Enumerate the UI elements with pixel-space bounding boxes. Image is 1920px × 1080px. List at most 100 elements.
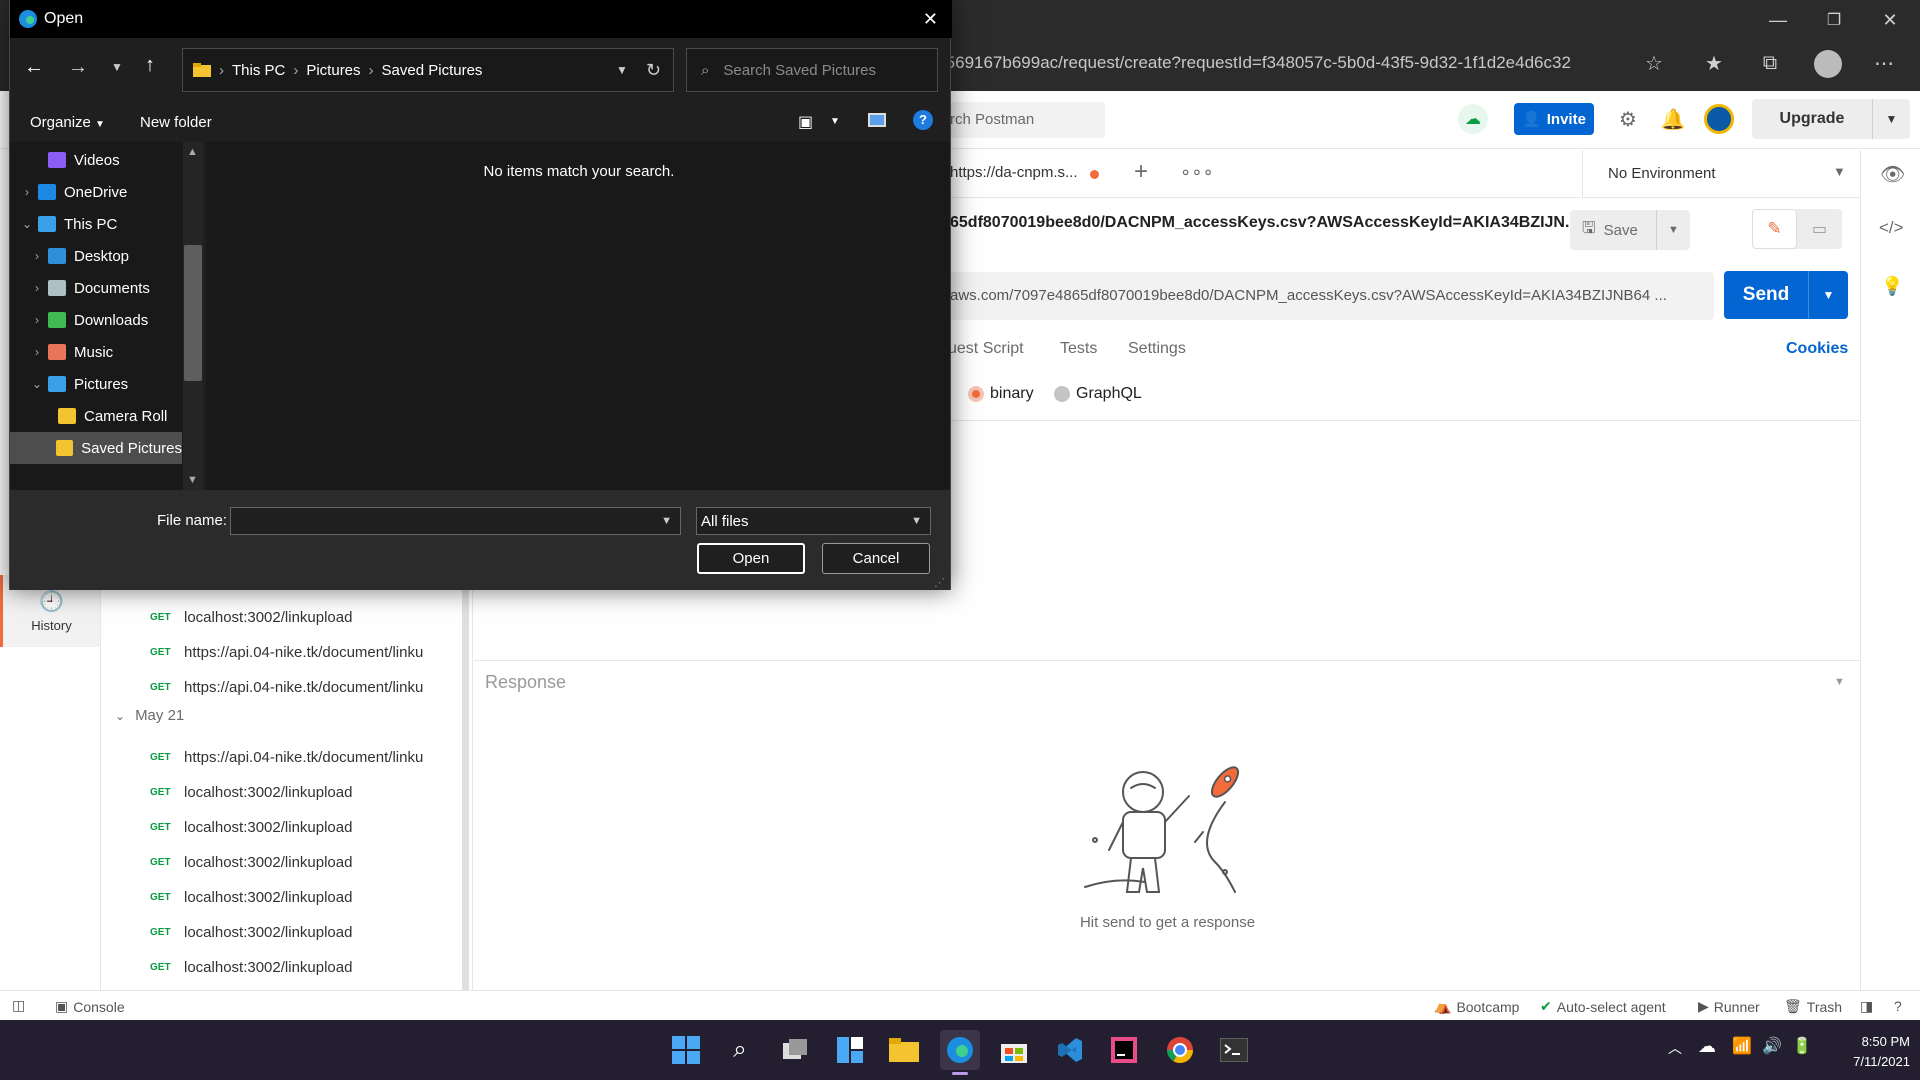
onedrive-tray-icon[interactable]: ☁ [1698,1036,1716,1057]
show-hidden-icons-chevron-icon[interactable]: ︿ [1668,1038,1682,1058]
taskbar-clock[interactable]: 8:50 PM 7/11/2021 [1820,1032,1910,1072]
tree-item-saved-pictures[interactable]: Saved Pictures [10,432,182,464]
history-item[interactable]: GET localhost:3002/linkupload [150,952,450,982]
sidebar-scrollbar[interactable] [462,590,469,990]
file-list[interactable] [206,142,950,490]
history-item[interactable]: GET https://api.04-nike.tk/document/linku [150,672,450,702]
history-item[interactable]: GET https://api.04-nike.tk/document/linku [150,637,450,667]
preview-pane-icon[interactable] [868,113,886,127]
chevron-right-icon[interactable]: › [26,313,48,327]
favorite-add-icon[interactable]: ☆ [1636,45,1672,81]
comments-icon[interactable]: ▭ [1797,209,1842,249]
console-button[interactable]: ▣ Console [55,998,125,1015]
environment-selector[interactable]: No Environment ▼ [1582,150,1860,198]
close-window-icon[interactable]: ✕ [1872,2,1908,38]
edit-pencil-icon[interactable]: ✎ [1752,209,1797,249]
battery-icon[interactable]: 🔋 [1792,1036,1812,1056]
file-explorer-icon[interactable] [884,1030,924,1070]
tree-item-onedrive[interactable]: › OneDrive [10,176,182,208]
recent-locations-chevron-icon[interactable]: ▼ [111,60,123,74]
collections-icon[interactable]: ⧉ [1752,45,1788,81]
refresh-icon[interactable]: ↻ [646,60,661,81]
intellij-icon[interactable] [1104,1030,1144,1070]
cancel-button[interactable]: Cancel [822,543,930,574]
chevron-right-icon[interactable]: › [26,249,48,263]
new-tab-plus-icon[interactable]: + [1134,158,1148,186]
windows-start-icon[interactable] [666,1030,706,1070]
code-icon[interactable]: </> [1879,218,1904,238]
history-item[interactable]: GET localhost:3002/linkupload [150,602,450,632]
history-item[interactable]: GET https://api.04-nike.tk/document/linku [150,742,450,772]
new-folder-button[interactable]: New folder [140,114,212,131]
chevron-right-icon[interactable]: › [26,345,48,359]
chevron-right-icon[interactable]: › [26,281,48,295]
profile-avatar[interactable] [1814,50,1842,78]
chevron-right-icon[interactable]: › [16,185,38,199]
history-item[interactable]: GET localhost:3002/linkupload [150,917,450,947]
resize-grip-icon[interactable]: ⋰ [934,576,945,589]
file-type-select[interactable]: All files ▼ [696,507,931,535]
history-date-group[interactable]: ⌄ May 21 [115,707,184,724]
help-icon[interactable]: ? [913,110,933,130]
widgets-icon[interactable] [830,1030,870,1070]
agent-button[interactable]: ✔ Auto-select agent [1540,998,1666,1015]
scroll-up-icon[interactable]: ▲ [187,146,198,158]
file-name-input[interactable]: ▼ [230,507,681,535]
toggle-sidebar-icon[interactable]: ◫ [12,997,25,1014]
vscode-icon[interactable] [1050,1030,1090,1070]
search-icon[interactable]: ⌕ [720,1030,760,1070]
address-bar[interactable]: -569167b699ac/request/create?requestId=f… [940,46,1580,80]
open-button[interactable]: Open [697,543,805,574]
edge-browser-icon[interactable] [940,1030,980,1070]
collapse-response-icon[interactable]: ▼ [1834,676,1845,688]
history-item[interactable]: GET localhost:3002/linkupload [150,812,450,842]
tree-item-camera-roll[interactable]: Camera Roll [10,400,182,432]
save-dropdown-icon[interactable]: ▼ [1656,210,1690,250]
history-item[interactable]: GET localhost:3002/linkupload [150,882,450,912]
back-arrow-icon[interactable]: ← [24,56,44,79]
chevron-down-icon[interactable]: ⌄ [16,217,38,231]
change-view-icon[interactable]: ▣ [798,112,813,132]
volume-icon[interactable]: 🔊 [1762,1036,1782,1056]
breadcrumb-pictures[interactable]: Pictures [306,62,360,79]
address-dropdown-icon[interactable]: ▼ [616,63,628,77]
request-tab[interactable]: https://da-cnpm.s... [950,164,1078,181]
tree-item-desktop[interactable]: › Desktop [10,240,182,272]
save-button[interactable]: 🖫 Save ▼ [1570,210,1690,250]
tree-item-music[interactable]: › Music [10,336,182,368]
wifi-icon[interactable]: 📶 [1732,1036,1752,1056]
dialog-close-icon[interactable]: ✕ [923,9,938,30]
minimize-icon[interactable]: — [1760,2,1796,38]
scroll-down-icon[interactable]: ▼ [187,474,198,486]
tab-options-icon[interactable]: ∘∘∘ [1180,162,1214,183]
request-url-input[interactable]: aws.com/7097e4865df8070019bee8d0/DACNPM_… [948,272,1714,320]
view-options-chevron-icon[interactable]: ▼ [830,116,840,127]
runner-button[interactable]: ▶ Runner [1698,998,1760,1015]
upgrade-dropdown-icon[interactable]: ▼ [1872,99,1910,139]
send-dropdown-icon[interactable]: ▼ [1808,271,1848,319]
up-arrow-icon[interactable]: ↑ [145,54,155,77]
restore-icon[interactable]: ❐ [1816,2,1852,38]
cloud-sync-icon[interactable]: ☁ [1458,104,1488,134]
help-icon[interactable]: ? [1894,998,1902,1014]
radio-binary[interactable]: binary [968,385,1034,403]
notifications-bell-icon[interactable]: 🔔 [1655,101,1691,137]
history-item[interactable]: GET localhost:3002/linkupload [150,777,450,807]
bootcamp-button[interactable]: ⛺ Bootcamp [1434,998,1519,1015]
breadcrumb-this-pc[interactable]: This PC [232,62,285,79]
postman-search[interactable]: rch Postman [950,102,1105,138]
cookies-link[interactable]: Cookies [1786,340,1848,358]
terminal-icon[interactable] [1214,1030,1254,1070]
organize-button[interactable]: Organize ▼ [30,114,105,131]
chrome-icon[interactable] [1160,1030,1200,1070]
send-button[interactable]: Send ▼ [1724,271,1848,319]
more-options-icon[interactable]: ⋯ [1866,45,1902,81]
request-name[interactable]: 65df8070019bee8d0/DACNPM_accessKeys.csv?… [950,214,1570,232]
upgrade-button[interactable]: Upgrade ▼ [1752,99,1910,139]
favorites-icon[interactable]: ★ [1696,45,1732,81]
tree-item-videos[interactable]: Videos [10,144,182,176]
dialog-search-input[interactable]: ⌕ Search Saved Pictures [686,48,938,92]
dialog-address-bar[interactable]: › This PC › Pictures › Saved Pictures ▼ … [182,48,674,92]
tree-item-pictures[interactable]: ⌄ Pictures [10,368,182,400]
forward-arrow-icon[interactable]: → [68,56,88,79]
